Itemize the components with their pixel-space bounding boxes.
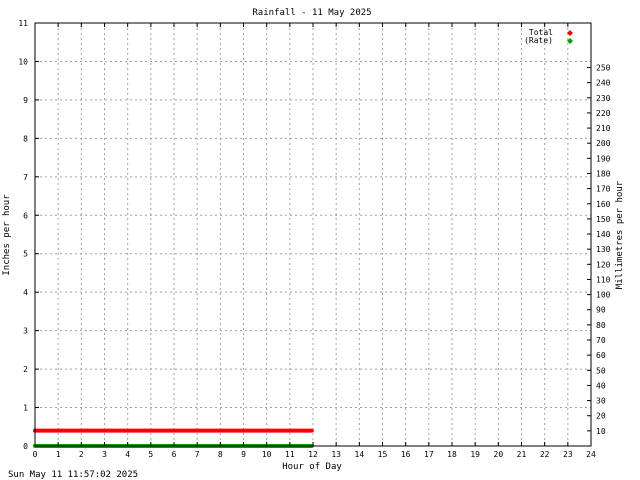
y2-tick-label: 100 xyxy=(596,291,611,300)
y2-tick-label: 40 xyxy=(596,381,606,390)
x-tick-label: 9 xyxy=(241,450,246,459)
timestamp: Sun May 11 11:57:02 2025 xyxy=(8,470,138,480)
y2-tick-label: 170 xyxy=(596,185,611,194)
y2-tick-label: 220 xyxy=(596,109,611,118)
chart-title: Rainfall - 11 May 2025 xyxy=(252,8,371,18)
y2-tick-label: 120 xyxy=(596,260,611,269)
y2-tick-label: 30 xyxy=(596,397,606,406)
x-tick-label: 24 xyxy=(586,450,596,459)
y2-tick-label: 210 xyxy=(596,124,611,133)
x-tick-label: 7 xyxy=(195,450,200,459)
y2-tick-label: 70 xyxy=(596,336,606,345)
x-tick-label: 19 xyxy=(470,450,480,459)
x-tick-label: 1 xyxy=(56,450,61,459)
y-tick-label: 11 xyxy=(18,19,28,28)
y-tick-label: 2 xyxy=(23,365,28,374)
y2-tick-label: 150 xyxy=(596,215,611,224)
legend: Total(Rate) xyxy=(524,28,573,45)
x-tick-label: 18 xyxy=(447,450,457,459)
y-tick-label: 4 xyxy=(23,288,28,297)
legend-label: (Rate) xyxy=(524,36,553,45)
x-tick-label: 21 xyxy=(517,450,527,459)
y-tick-label: 6 xyxy=(23,211,28,220)
y2-tick-label: 10 xyxy=(596,427,606,436)
rainfall-chart: 0 1 2 3 4 5 6 7 8 9 10 11 12 13 14 15 16 17 18 19 20 21 22 23 24… xyxy=(2,8,625,480)
x-tick-label: 14 xyxy=(355,450,365,459)
y2-tick-label: 230 xyxy=(596,94,611,103)
x-tick-label: 3 xyxy=(102,450,107,459)
y-tick-label: 5 xyxy=(23,250,28,259)
y2-tick-label: 90 xyxy=(596,306,606,315)
x-tick-label: 20 xyxy=(494,450,504,459)
x-tick-label: 17 xyxy=(424,450,434,459)
y-tick-label: 10 xyxy=(18,57,28,66)
y-tick-label: 0 xyxy=(23,442,28,451)
x-axis-label: Hour of Day xyxy=(282,462,342,472)
y2-tick-label: 180 xyxy=(596,169,611,178)
y2-tick-label: 200 xyxy=(596,139,611,148)
x-tick-label: 16 xyxy=(401,450,411,459)
y-tick-label: 7 xyxy=(23,173,28,182)
x-axis-ticks: 0 1 2 3 4 5 6 7 8 9 10 11 12 13 14 15 16 17 18 19 20 21 22 23 24 xyxy=(33,23,596,459)
x-tick-label: 10 xyxy=(262,450,272,459)
y2-tick-label: 250 xyxy=(596,64,611,73)
y-tick-label: 3 xyxy=(23,327,28,336)
y-tick-label: 9 xyxy=(23,96,28,105)
y2-tick-label: 110 xyxy=(596,275,611,284)
y2-tick-label: 80 xyxy=(596,321,606,330)
y2-tick-label: 140 xyxy=(596,230,611,239)
y-axis-label: Inches per hour xyxy=(2,194,12,276)
x-tick-label: 6 xyxy=(172,450,177,459)
y2-tick-label: 240 xyxy=(596,79,611,88)
y2-tick-label: 130 xyxy=(596,245,611,254)
x-tick-label: 0 xyxy=(33,450,38,459)
y2-tick-label: 160 xyxy=(596,200,611,209)
y-tick-label: 8 xyxy=(23,134,28,143)
grid-lines xyxy=(35,23,591,446)
y2-tick-label: 50 xyxy=(596,366,606,375)
x-tick-label: 8 xyxy=(218,450,223,459)
y2-tick-label: 20 xyxy=(596,412,606,421)
x-tick-label: 12 xyxy=(308,450,318,459)
x-tick-label: 2 xyxy=(79,450,84,459)
y2-tick-label: 190 xyxy=(596,154,611,163)
x-tick-label: 23 xyxy=(563,450,573,459)
y2-tick-label: 60 xyxy=(596,351,606,360)
y-axis-ticks: 0 1 2 3 4 5 6 7 8 9 10 11 xyxy=(18,19,39,451)
x-tick-label: 4 xyxy=(125,450,130,459)
x-tick-label: 13 xyxy=(331,450,341,459)
x-tick-label: 5 xyxy=(148,450,153,459)
x-tick-label: 22 xyxy=(540,450,550,459)
data-series xyxy=(33,428,314,448)
x-tick-label: 15 xyxy=(378,450,388,459)
legend-marker xyxy=(567,30,573,36)
y-tick-label: 1 xyxy=(23,404,28,413)
y2-axis-label: Millimetres per hour xyxy=(615,180,625,289)
x-tick-label: 11 xyxy=(285,450,295,459)
